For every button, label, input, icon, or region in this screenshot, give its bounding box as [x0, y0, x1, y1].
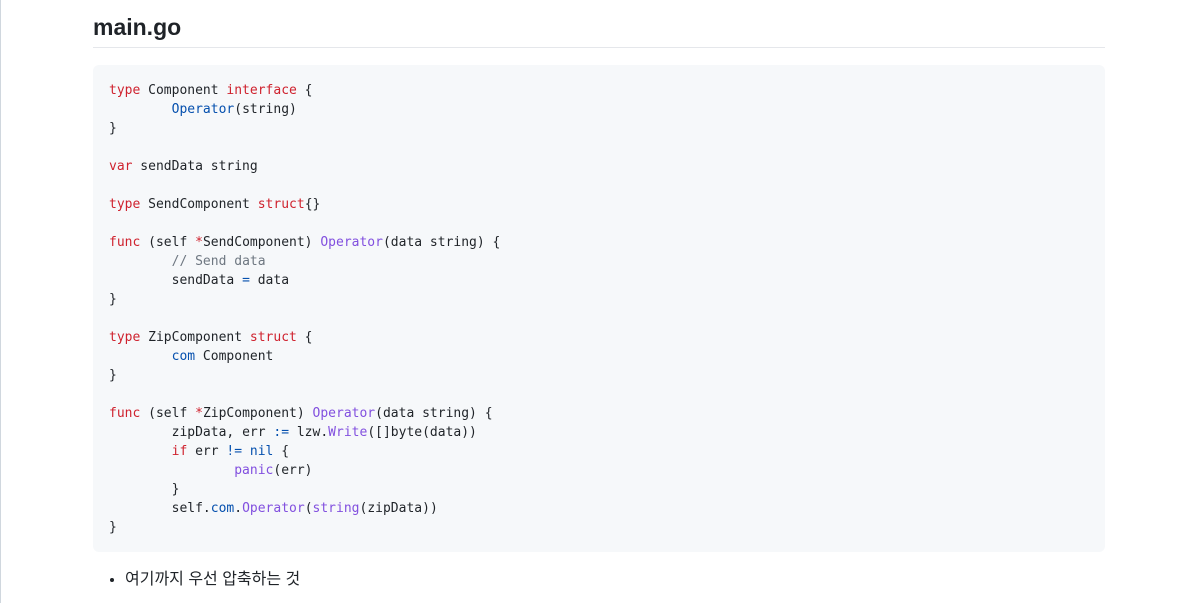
code-token: struct — [257, 197, 305, 212]
code-line: type Component interface { — [109, 81, 1089, 100]
code-token: (string) — [234, 102, 297, 117]
code-line: } — [109, 119, 1089, 138]
code-token: func — [109, 235, 141, 250]
code-line: } — [109, 518, 1089, 537]
code-line: sendData = data — [109, 271, 1089, 290]
code-token: self. — [109, 501, 211, 516]
page-title: main.go — [93, 0, 1105, 48]
code-token: } — [109, 121, 117, 136]
code-token: } — [109, 482, 180, 497]
code-token: (data string) { — [375, 406, 493, 421]
code-line: type SendComponent struct{} — [109, 195, 1089, 214]
left-border — [0, 0, 1, 603]
code-token: type — [109, 197, 141, 212]
code-token: ZipComponent) — [202, 406, 313, 421]
code-line: zipData, err := lzw.Write([]byte(data)) — [109, 423, 1089, 442]
code-token: type — [109, 83, 141, 98]
code-token: zipData, err — [109, 425, 274, 440]
code-token: com — [210, 501, 235, 516]
code-token: SendComponent) — [202, 235, 321, 250]
code-token: {} — [304, 197, 321, 212]
code-token: func — [109, 406, 141, 421]
code-line: } — [109, 366, 1089, 385]
code-token: panic — [234, 463, 274, 478]
code-token: type — [109, 330, 141, 345]
code-token: Operator — [171, 102, 235, 117]
code-token: // Send data — [171, 254, 266, 269]
list-item: 여기까지 우선 압축하는 것 — [125, 568, 1105, 592]
code-token: nil — [249, 444, 274, 459]
markdown-content: main.go type Component interface { Opera… — [93, 0, 1105, 592]
code-line: if err != nil { — [109, 442, 1089, 461]
code-token: != — [226, 444, 243, 459]
notes-list: 여기까지 우선 압축하는 것 — [93, 568, 1105, 592]
code-line: self.com.Operator(string(zipData)) — [109, 499, 1089, 518]
code-token: } — [109, 368, 117, 383]
code-token: ZipComponent — [140, 330, 250, 345]
code-token: { — [296, 330, 313, 345]
code-token: Operator — [242, 501, 305, 516]
code-token: (self — [140, 235, 196, 250]
code-token: (self — [140, 406, 196, 421]
code-line: } — [109, 290, 1089, 309]
code-token: { — [273, 444, 290, 459]
code-token: string — [312, 501, 360, 516]
code-token: struct — [249, 330, 297, 345]
code-token: } — [109, 292, 117, 307]
code-token: := — [273, 425, 290, 440]
code-token: Operator — [320, 235, 383, 250]
code-line: func (self *ZipComponent) Operator(data … — [109, 404, 1089, 423]
code-line: func (self *SendComponent) Operator(data… — [109, 233, 1089, 252]
code-token: lzw. — [289, 425, 329, 440]
code-token: data — [249, 273, 290, 288]
code-token: if — [171, 444, 188, 459]
code-token: Component — [195, 349, 274, 364]
code-token: interface — [226, 83, 297, 98]
code-token: Component — [140, 83, 227, 98]
code-token: com — [171, 349, 196, 364]
code-line: var sendData string — [109, 157, 1089, 176]
code-line: type ZipComponent struct { — [109, 328, 1089, 347]
code-token: . — [234, 501, 243, 516]
code-token: Write — [328, 425, 368, 440]
code-token: ( — [304, 501, 313, 516]
code-line: } — [109, 480, 1089, 499]
code-token: * — [195, 235, 203, 250]
code-token: ([]byte(data)) — [367, 425, 477, 440]
code-token: sendData string — [132, 159, 258, 174]
code-token: = — [242, 273, 250, 288]
code-block[interactable]: type Component interface { Operator(stri… — [93, 65, 1105, 552]
code-token: var — [109, 159, 133, 174]
code-token: (data string) { — [382, 235, 501, 250]
code-token: (err) — [273, 463, 313, 478]
code-token: SendComponent — [140, 197, 258, 212]
code-line: com Component — [109, 347, 1089, 366]
code-line: // Send data — [109, 252, 1089, 271]
code-content: type Component interface { Operator(stri… — [109, 81, 1089, 537]
code-token: Operator — [312, 406, 376, 421]
code-line: panic(err) — [109, 461, 1089, 480]
code-token: * — [195, 406, 203, 421]
code-line: Operator(string) — [109, 100, 1089, 119]
code-token: (zipData)) — [359, 501, 438, 516]
code-token: sendData — [109, 273, 243, 288]
code-token: } — [109, 520, 117, 535]
code-token: err — [187, 444, 227, 459]
code-token: { — [296, 83, 313, 98]
